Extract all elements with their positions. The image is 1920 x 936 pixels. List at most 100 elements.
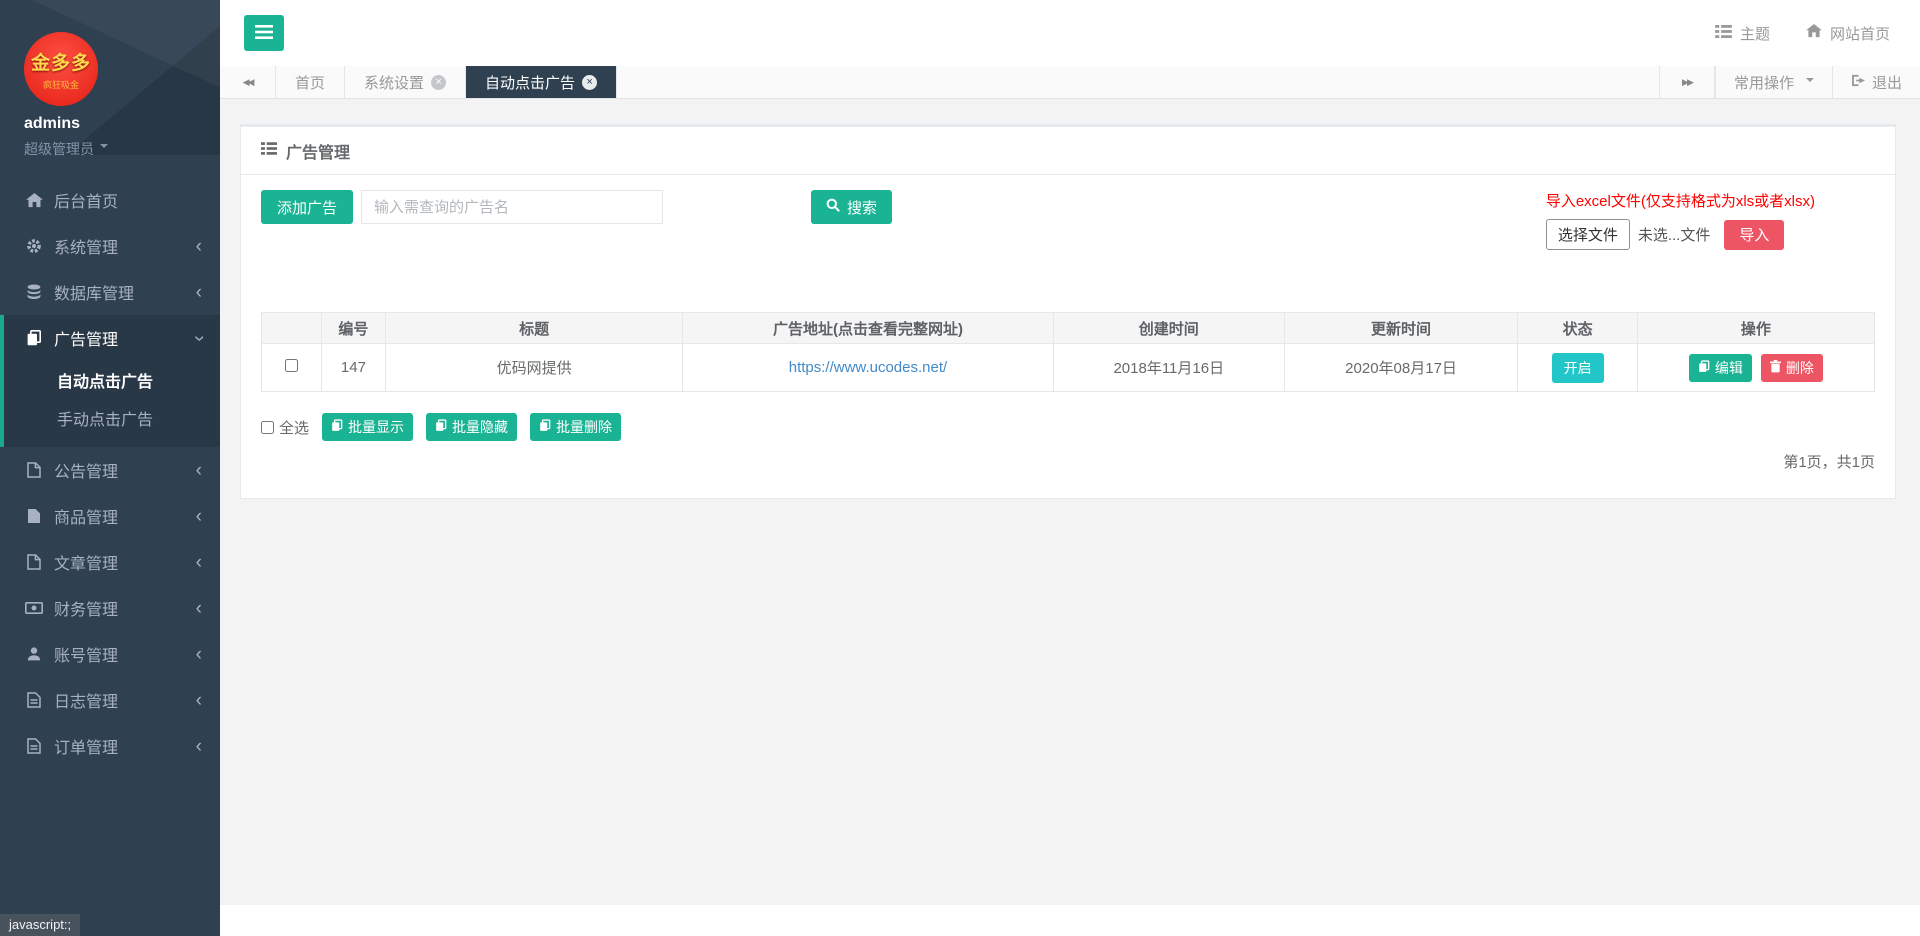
select-all-label: 全选 [279,417,309,438]
theme-link[interactable]: 主题 [1715,23,1770,44]
chevron-left-icon: ‹ [196,691,202,710]
col-status: 状态 [1518,313,1637,344]
logout-icon [1851,74,1866,91]
col-updated: 更新时间 [1284,313,1518,344]
sidebar-item-finance[interactable]: 财务管理 ‹ [0,585,220,631]
tabs-scroll-left-button[interactable]: ◀◀ [220,66,276,98]
sidebar-item-label: 公告管理 [54,458,118,482]
status-badge[interactable]: 开启 [1552,353,1604,383]
add-ad-button[interactable]: 添加广告 [261,190,353,224]
row-checkbox[interactable] [285,359,298,372]
file-row: 选择文件 未选...文件 导入 [1546,219,1815,250]
chevron-left-icon: ‹ [196,553,202,572]
search-button[interactable]: 搜索 [811,190,892,224]
database-icon [25,284,43,300]
file-text-icon [25,692,43,708]
ad-url-link[interactable]: https://www.ucodes.net/ [789,359,947,376]
sidebar-item-label: 订单管理 [54,734,118,758]
sidebar-item-products[interactable]: 商品管理 ‹ [0,493,220,539]
logo-tagline: 疯狂吸金 [43,78,79,91]
sidebar-item-announcements[interactable]: 公告管理 ‹ [0,447,220,493]
logout-label: 退出 [1872,72,1902,93]
logout-button[interactable]: 退出 [1832,66,1920,98]
toolbar-row: 添加广告 搜索 导入excel文件(仅支持格式为xls或者xlsx) 选择文件 … [261,190,1875,250]
choose-file-button[interactable]: 选择文件 [1546,219,1630,250]
cell-id: 147 [321,344,386,392]
sidebar-toggle-button[interactable] [244,15,284,51]
sidebar-item-orders[interactable]: 订单管理 ‹ [0,723,220,769]
sidebar-item-articles[interactable]: 文章管理 ‹ [0,539,220,585]
tab-auto-click-ads[interactable]: 自动点击广告 × [466,66,617,98]
username: admins [24,115,220,133]
sidebar-subitem-manual-click-ads[interactable]: 手动点击广告 [4,399,220,437]
sidebar-item-label: 财务管理 [54,596,118,620]
search-input[interactable] [361,190,663,224]
chevron-left-icon: ‹ [196,461,202,480]
col-title: 标题 [386,313,683,344]
sidebar-item-ads[interactable]: 广告管理 ‹ [4,315,220,361]
role-label: 超级管理员 [24,141,94,157]
bulk-delete-button[interactable]: 批量删除 [530,413,621,441]
money-icon [25,602,43,614]
home-icon [1806,24,1822,42]
chevron-left-icon: ‹ [196,645,202,664]
sidebar-item-system[interactable]: 系统管理 ‹ [0,223,220,269]
sidebar-profile: 金多多 疯狂吸金 admins 超级管理员 [0,0,220,155]
import-notice: 导入excel文件(仅支持格式为xls或者xlsx) [1546,190,1815,211]
tab-label: 系统设置 [364,72,424,93]
copy-icon [331,419,343,435]
file-status-text: 未选...文件 [1638,224,1711,245]
sidebar-item-database[interactable]: 数据库管理 ‹ [0,269,220,315]
chevron-left-icon: ‹ [196,237,202,256]
panel-body: 添加广告 搜索 导入excel文件(仅支持格式为xls或者xlsx) 选择文件 … [241,175,1895,498]
tabs-scroll-right-button[interactable]: ▶▶ [1659,66,1715,98]
sidebar: 金多多 疯狂吸金 admins 超级管理员 后台首页 系统管理 ‹ 数据库管理 … [0,0,220,936]
sidebar-item-label: 日志管理 [54,688,118,712]
sidebar-subitem-auto-click-ads[interactable]: 自动点击广告 [4,361,220,399]
close-icon[interactable]: × [431,75,446,90]
import-button[interactable]: 导入 [1724,220,1784,250]
sidebar-item-logs[interactable]: 日志管理 ‹ [0,677,220,723]
logo-text: 金多多 [31,48,91,75]
panel-title: 广告管理 [241,127,1895,175]
cell-title: 优码网提供 [386,344,683,392]
sidebar-item-dashboard[interactable]: 后台首页 [0,177,220,223]
bulk-hide-button[interactable]: 批量隐藏 [426,413,517,441]
topbar-right: 主题 网站首页 [1715,23,1890,44]
site-home-label: 网站首页 [1830,23,1890,44]
col-select [262,313,322,344]
role-dropdown[interactable]: 超级管理员 [24,139,220,159]
select-all-control[interactable]: 全选 [261,417,309,438]
sidebar-item-label: 广告管理 [54,326,118,350]
tab-home[interactable]: 首页 [276,66,345,98]
bulk-delete-label: 批量删除 [556,417,612,437]
table-header-row: 编号 标题 广告地址(点击查看完整网址) 创建时间 更新时间 状态 操作 [262,313,1875,344]
excel-import-block: 导入excel文件(仅支持格式为xls或者xlsx) 选择文件 未选...文件 … [1546,190,1815,250]
ads-panel: 广告管理 添加广告 搜索 导入excel文件(仅支持格式为xls或者xlsx) [240,124,1896,499]
site-home-link[interactable]: 网站首页 [1806,23,1890,44]
select-all-checkbox[interactable] [261,421,274,434]
delete-button[interactable]: 删除 [1761,354,1823,382]
copy-icon [25,330,43,346]
bulk-show-label: 批量显示 [348,417,404,437]
tab-system-settings[interactable]: 系统设置 × [345,66,466,98]
search-icon [826,198,840,216]
file-icon [25,462,43,478]
col-actions: 操作 [1637,313,1874,344]
close-icon[interactable]: × [582,75,597,90]
bulk-hide-label: 批量隐藏 [452,417,508,437]
gear-icon [25,238,43,254]
tab-label: 自动点击广告 [485,72,575,93]
hamburger-icon [255,25,273,42]
panel-title-text: 广告管理 [286,139,350,163]
cell-updated: 2020年08月17日 [1284,344,1518,392]
edit-button-label: 编辑 [1715,358,1743,378]
bulk-show-button[interactable]: 批量显示 [322,413,413,441]
content-wrapper: 广告管理 添加广告 搜索 导入excel文件(仅支持格式为xls或者xlsx) [220,99,1920,905]
pagination-info: 第1页，共1页 [261,451,1875,472]
sidebar-item-accounts[interactable]: 账号管理 ‹ [0,631,220,677]
home-icon [25,193,43,208]
col-created: 创建时间 [1053,313,1284,344]
edit-button[interactable]: 编辑 [1689,354,1752,382]
common-actions-dropdown[interactable]: 常用操作 [1715,66,1832,98]
